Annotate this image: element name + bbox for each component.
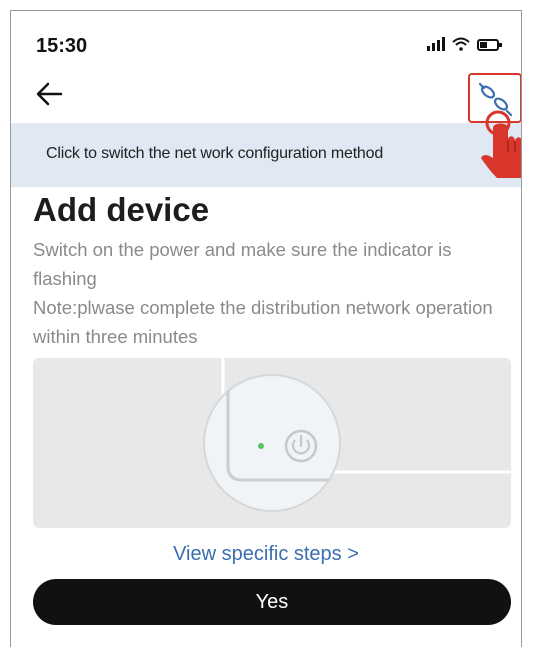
battery-icon bbox=[477, 39, 502, 51]
indicator-light bbox=[258, 443, 264, 449]
status-time: 15:30 bbox=[36, 35, 88, 57]
wifi-icon bbox=[452, 37, 470, 51]
switch-method-banner[interactable]: Click to switch the net work configurati… bbox=[11, 123, 521, 187]
device-image bbox=[203, 358, 511, 512]
status-bar: 15:30 bbox=[11, 11, 521, 71]
back-button[interactable] bbox=[29, 75, 69, 109]
instructions: Switch on the power and make sure the in… bbox=[33, 235, 515, 351]
instruction-power: Switch on the power and make sure the in… bbox=[33, 239, 452, 289]
status-icons bbox=[427, 37, 502, 51]
arrow-left-icon bbox=[36, 82, 63, 106]
view-steps-link[interactable]: View specific steps > bbox=[11, 543, 521, 566]
device-illustration bbox=[33, 358, 511, 528]
page-title: Add device bbox=[33, 191, 210, 228]
yes-button[interactable]: Yes bbox=[33, 579, 511, 625]
phone-screen: 15:30 Click to switch the net work confi… bbox=[10, 10, 522, 647]
signal-icon bbox=[427, 37, 445, 51]
hand-pointer-icon bbox=[481, 110, 521, 178]
banner-text: Click to switch the net work configurati… bbox=[46, 145, 384, 162]
instruction-note: Note:plwase complete the distribution ne… bbox=[33, 297, 493, 347]
